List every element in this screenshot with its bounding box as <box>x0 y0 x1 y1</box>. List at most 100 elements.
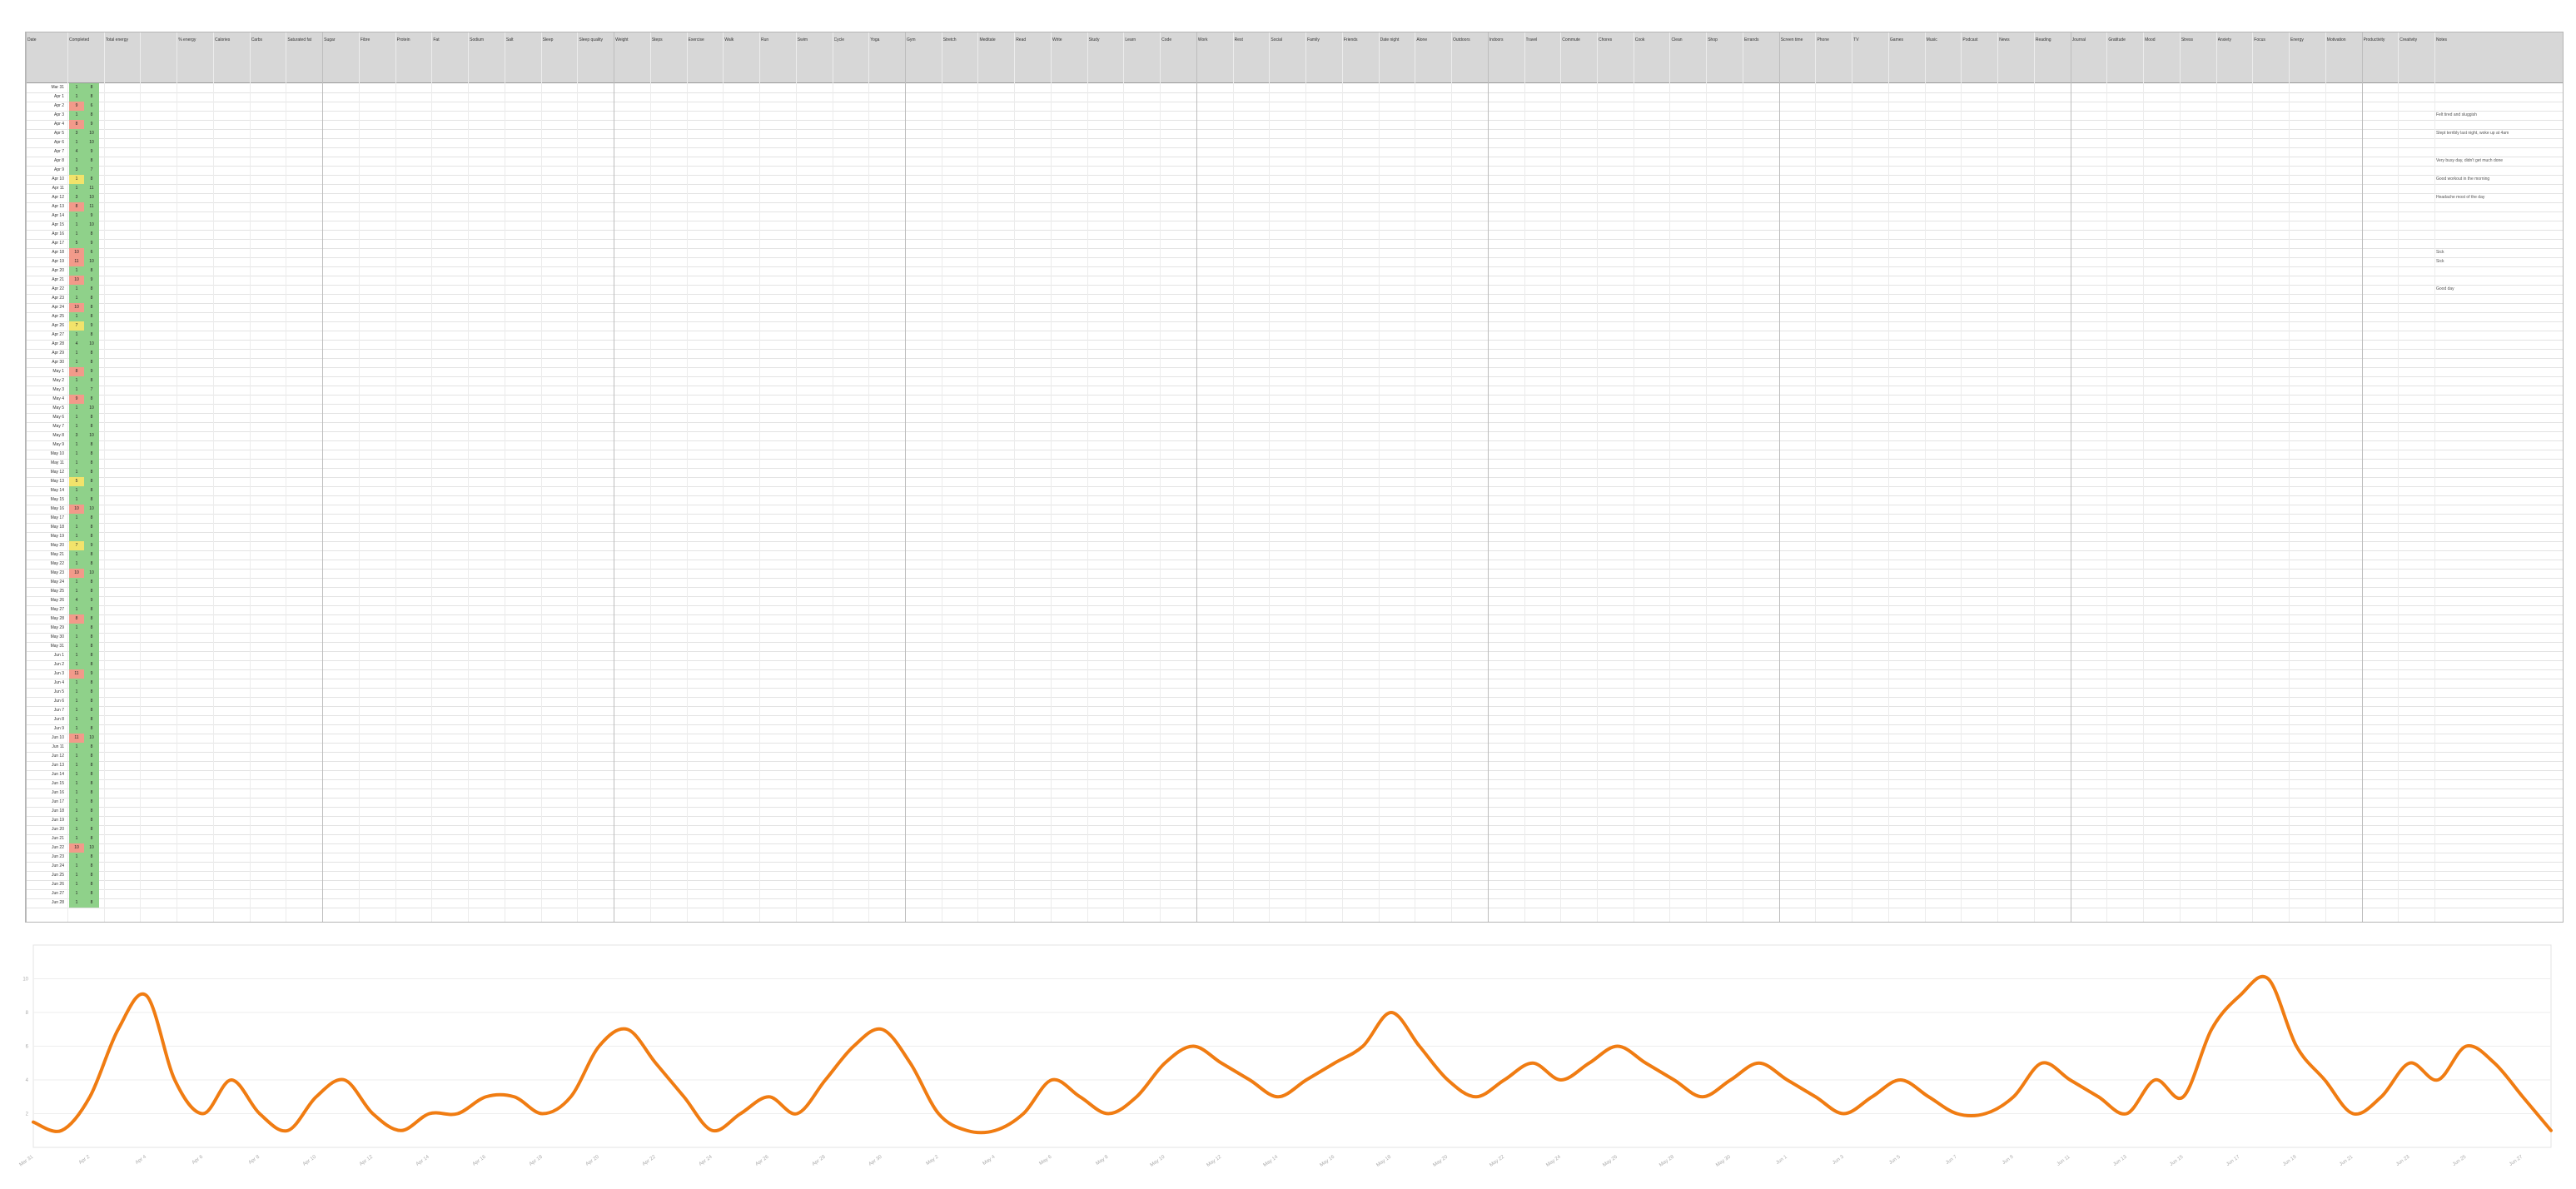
score-cell[interactable]: 1 <box>69 221 84 230</box>
column-header[interactable]: Date night <box>1380 37 1415 42</box>
date-cell[interactable]: Jun 27 <box>26 889 67 898</box>
note-cell[interactable]: Felt tired and sluggish <box>2436 111 2561 120</box>
score-cell[interactable]: 1 <box>69 825 84 834</box>
score-cell[interactable]: 8 <box>84 422 99 431</box>
score-cell[interactable]: 1 <box>69 697 84 706</box>
score-cell[interactable]: 10 <box>69 276 84 285</box>
note-cell[interactable] <box>2436 862 2561 871</box>
note-cell[interactable]: Sick <box>2436 257 2561 266</box>
note-cell[interactable] <box>2436 807 2561 816</box>
note-cell[interactable] <box>2436 312 2561 321</box>
score-cell[interactable]: 10 <box>84 505 99 514</box>
date-cell[interactable]: Apr 4 <box>26 120 67 129</box>
column-header[interactable]: Social <box>1271 37 1305 42</box>
score-cell[interactable]: 3 <box>69 166 84 175</box>
score-cell[interactable]: 8 <box>84 523 99 532</box>
date-cell[interactable]: May 4 <box>26 395 67 404</box>
date-cell[interactable]: May 19 <box>26 532 67 541</box>
score-cell[interactable]: 8 <box>84 743 99 752</box>
score-cell[interactable]: 1 <box>69 285 84 294</box>
score-cell[interactable]: 8 <box>84 550 99 560</box>
column-header[interactable]: Completed <box>69 37 104 42</box>
score-cell[interactable]: 4 <box>69 596 84 605</box>
date-cell[interactable]: May 30 <box>26 633 67 642</box>
date-cell[interactable]: Apr 21 <box>26 276 67 285</box>
score-cell[interactable]: 9 <box>84 147 99 157</box>
note-cell[interactable] <box>2436 715 2561 724</box>
score-cell[interactable]: 5 <box>69 239 84 248</box>
score-cell[interactable]: 1 <box>69 889 84 898</box>
score-cell[interactable]: 1 <box>69 679 84 688</box>
note-cell[interactable] <box>2436 505 2561 514</box>
date-cell[interactable]: Mar 31 <box>26 83 67 92</box>
score-cell[interactable]: 9 <box>84 669 99 679</box>
date-cell[interactable]: Jun 5 <box>26 688 67 697</box>
score-cell[interactable]: 1 <box>69 92 84 102</box>
table-row[interactable]: Jun 28 1 8 <box>26 898 2563 908</box>
date-cell[interactable]: May 20 <box>26 541 67 550</box>
date-cell[interactable]: May 27 <box>26 605 67 614</box>
score-cell[interactable]: 8 <box>84 578 99 587</box>
date-cell[interactable]: Apr 20 <box>26 266 67 276</box>
date-cell[interactable]: Apr 22 <box>26 285 67 294</box>
score-cell[interactable]: 1 <box>69 642 84 651</box>
spreadsheet[interactable]: Date Completed Total energy % energy Calorie… <box>25 32 2564 923</box>
date-cell[interactable]: May 1 <box>26 367 67 376</box>
score-cell[interactable]: 8 <box>84 294 99 303</box>
score-cell[interactable]: 8 <box>69 120 84 129</box>
score-cell[interactable]: 1 <box>69 413 84 422</box>
score-cell[interactable]: 1 <box>69 138 84 147</box>
date-cell[interactable]: Apr 23 <box>26 294 67 303</box>
date-cell[interactable]: Apr 11 <box>26 184 67 193</box>
note-cell[interactable]: Very busy day, didn't get much done <box>2436 157 2561 166</box>
column-header[interactable]: Indoors <box>1489 37 1524 42</box>
score-cell[interactable]: 8 <box>69 614 84 624</box>
note-cell[interactable] <box>2436 422 2561 431</box>
score-cell[interactable]: 8 <box>84 871 99 880</box>
note-cell[interactable] <box>2436 376 2561 386</box>
note-cell[interactable] <box>2436 871 2561 880</box>
date-cell[interactable]: May 16 <box>26 505 67 514</box>
score-cell[interactable]: 11 <box>69 734 84 743</box>
score-cell[interactable]: 1 <box>69 312 84 321</box>
score-cell[interactable]: 8 <box>84 266 99 276</box>
date-cell[interactable]: May 10 <box>26 450 67 459</box>
score-cell[interactable]: 1 <box>69 376 84 386</box>
note-cell[interactable] <box>2436 779 2561 789</box>
note-cell[interactable] <box>2436 184 2561 193</box>
note-cell[interactable] <box>2436 605 2561 614</box>
score-cell[interactable]: 1 <box>69 834 84 843</box>
score-cell[interactable]: 1 <box>69 651 84 660</box>
score-cell[interactable]: 8 <box>84 83 99 92</box>
note-cell[interactable]: Sick <box>2436 248 2561 257</box>
score-cell[interactable]: 10 <box>84 221 99 230</box>
note-cell[interactable] <box>2436 349 2561 358</box>
score-cell[interactable]: 8 <box>84 688 99 697</box>
note-cell[interactable] <box>2436 83 2561 92</box>
score-cell[interactable]: 1 <box>69 331 84 340</box>
score-cell[interactable]: 10 <box>69 569 84 578</box>
column-header[interactable]: Gratitude <box>2108 37 2143 42</box>
note-cell[interactable] <box>2436 532 2561 541</box>
score-cell[interactable]: 8 <box>84 770 99 779</box>
column-header[interactable]: Mood <box>2145 37 2180 42</box>
score-cell[interactable]: 8 <box>84 157 99 166</box>
note-cell[interactable] <box>2436 789 2561 798</box>
column-header[interactable]: Journal <box>2072 37 2107 42</box>
note-cell[interactable] <box>2436 614 2561 624</box>
column-header[interactable]: Swim <box>798 37 833 42</box>
score-cell[interactable]: 1 <box>69 587 84 596</box>
date-cell[interactable]: Apr 24 <box>26 303 67 312</box>
column-header[interactable]: Walk <box>724 37 759 42</box>
column-header[interactable]: Phone <box>1817 37 1852 42</box>
column-header[interactable]: Screen time <box>1781 37 1816 42</box>
score-cell[interactable]: 8 <box>69 202 84 211</box>
note-cell[interactable] <box>2436 514 2561 523</box>
score-cell[interactable]: 9 <box>84 276 99 285</box>
score-cell[interactable]: 10 <box>69 505 84 514</box>
score-cell[interactable]: 10 <box>84 404 99 413</box>
date-cell[interactable]: May 18 <box>26 523 67 532</box>
date-cell[interactable]: Jun 4 <box>26 679 67 688</box>
date-cell[interactable]: Apr 12 <box>26 193 67 202</box>
score-cell[interactable]: 1 <box>69 404 84 413</box>
